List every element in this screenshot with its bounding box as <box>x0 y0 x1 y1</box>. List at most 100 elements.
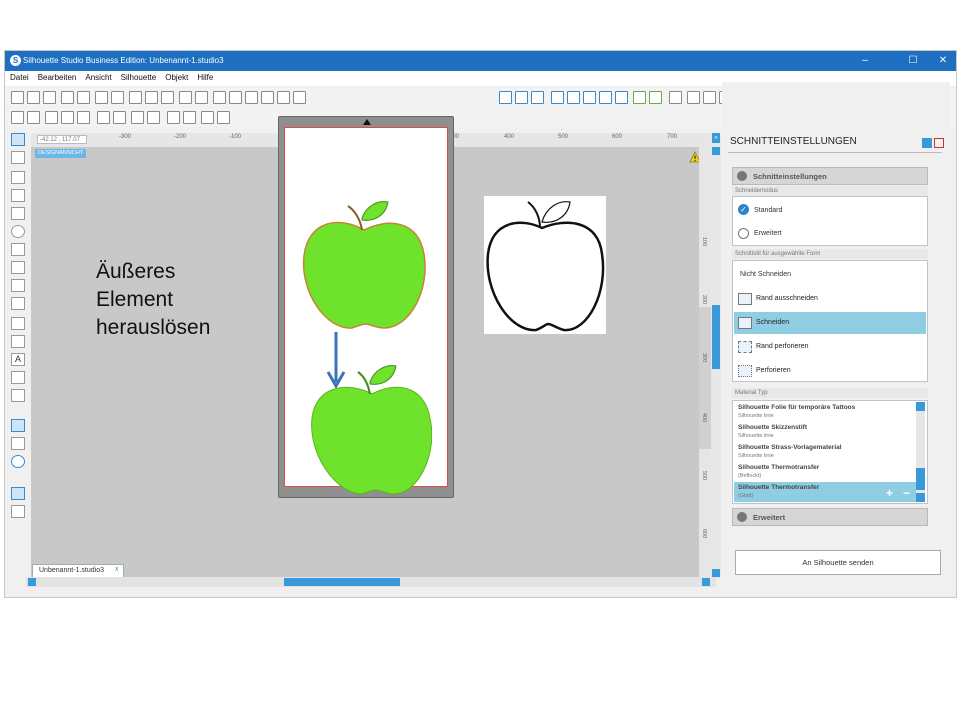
paste-icon[interactable] <box>145 91 158 104</box>
remove-material-button[interactable]: − <box>903 486 910 500</box>
zoom-in-icon[interactable] <box>229 91 242 104</box>
fill-color-icon[interactable] <box>551 91 564 104</box>
panel-pin-icon[interactable] <box>922 138 932 148</box>
apple-outline-image[interactable] <box>484 196 606 334</box>
split-view-icon[interactable] <box>11 505 25 518</box>
document-tab[interactable]: Unbenannt-1.studio3 x <box>32 564 124 577</box>
mirror-icon[interactable] <box>217 111 230 124</box>
line-options-icon[interactable] <box>649 91 662 104</box>
add-material-button[interactable]: + <box>886 486 893 500</box>
material-scroll-thumb[interactable] <box>916 468 925 490</box>
material-scrollbar[interactable] <box>916 402 925 502</box>
canvas-vertical-scrollbar[interactable]: » <box>711 133 721 579</box>
cut-scissors-icon[interactable] <box>161 91 174 104</box>
advanced-section-header[interactable]: Erweitert <box>732 508 928 526</box>
release-compound-icon[interactable] <box>113 111 126 124</box>
material-item[interactable]: Silhouette Folie für temporäre Tattoos Si… <box>734 402 906 422</box>
scroll-thumb[interactable] <box>712 305 720 369</box>
menu-silhouette[interactable]: Silhouette <box>116 71 161 82</box>
cut-mode-option[interactable]: Erweitert <box>754 230 782 237</box>
pointer-tool-icon[interactable] <box>499 91 512 104</box>
point-edit-icon[interactable] <box>11 151 25 164</box>
freehand-tool-icon[interactable] <box>11 297 25 310</box>
select-all-icon[interactable] <box>11 111 24 124</box>
panel-expand-icon[interactable]: » <box>712 133 720 143</box>
undo-icon[interactable] <box>179 91 192 104</box>
save-as-icon[interactable] <box>77 91 90 104</box>
line-tool-icon[interactable] <box>11 171 25 184</box>
close-button[interactable]: ✕ <box>931 54 955 68</box>
menu-bearbeiten[interactable]: Bearbeiten <box>33 71 81 82</box>
close-tab-icon[interactable]: x <box>115 566 119 573</box>
material-scroll-up-icon[interactable] <box>916 402 925 411</box>
send-to-silhouette-button[interactable]: An Silhouette senden <box>735 550 941 575</box>
save-icon[interactable] <box>61 91 74 104</box>
zoom-out-icon[interactable] <box>245 91 258 104</box>
weld-icon[interactable] <box>97 111 110 124</box>
h-scroll-thumb[interactable] <box>284 578 400 586</box>
select-arrow-icon[interactable] <box>11 133 25 146</box>
advanced-radio-icon[interactable] <box>738 228 749 239</box>
transform-icon[interactable] <box>687 91 700 104</box>
material-scroll-down-icon[interactable] <box>916 493 925 502</box>
online-store-icon[interactable] <box>11 455 25 468</box>
print-cut-icon[interactable] <box>111 91 124 104</box>
smooth-freehand-icon[interactable] <box>11 317 25 330</box>
design-page-icon[interactable] <box>11 487 25 500</box>
bring-front-icon[interactable] <box>131 111 144 124</box>
section-header[interactable]: Schnitteinstellungen <box>732 167 928 185</box>
cut-style-edge[interactable]: Rand ausschneiden <box>734 288 926 310</box>
menu-datei[interactable]: Datei <box>5 71 33 82</box>
move-page-icon[interactable] <box>277 91 290 104</box>
print-icon[interactable] <box>95 91 108 104</box>
replicate-icon[interactable] <box>703 91 716 104</box>
cut-mode-option[interactable]: Standard <box>754 207 782 214</box>
ellipse-tool-icon[interactable] <box>11 225 25 238</box>
copy-icon[interactable] <box>129 91 142 104</box>
panel-close-icon[interactable] <box>934 138 944 148</box>
pattern-icon[interactable] <box>583 91 596 104</box>
arc-tool-icon[interactable] <box>11 279 25 292</box>
rectangle-tool-icon[interactable] <box>11 189 25 202</box>
line-style-icon[interactable] <box>615 91 628 104</box>
scroll-up-icon[interactable] <box>712 147 720 155</box>
nest-icon[interactable] <box>201 111 214 124</box>
align-icon[interactable] <box>167 111 180 124</box>
menu-hilfe[interactable]: Hilfe <box>192 71 217 82</box>
redo-icon[interactable] <box>195 91 208 104</box>
curve-tool-icon[interactable] <box>11 261 25 274</box>
cut-style-cut-selected[interactable]: Schneiden <box>734 312 926 334</box>
eraser-tool-icon[interactable] <box>11 371 25 384</box>
scroll-down-icon[interactable] <box>712 569 720 577</box>
group-icon[interactable] <box>45 111 58 124</box>
open-folder-icon[interactable] <box>27 91 40 104</box>
zoom-select-icon[interactable] <box>261 91 274 104</box>
shape-library-icon[interactable] <box>11 419 25 432</box>
menu-ansicht[interactable]: Ansicht <box>80 71 115 82</box>
duplicate-icon[interactable] <box>183 111 196 124</box>
pentagon-icon[interactable] <box>11 335 25 348</box>
cut-style-perforate[interactable]: Perforieren <box>734 360 926 382</box>
fit-page-icon[interactable] <box>293 91 306 104</box>
compound-path-icon[interactable] <box>77 111 90 124</box>
material-item[interactable]: Silhouette Skizzenstift Silhouette linie <box>734 422 906 442</box>
grid-icon[interactable] <box>515 91 528 104</box>
material-item[interactable]: Silhouette Strass-Vorlagematerial Silhoue… <box>734 442 906 462</box>
knife-tool-icon[interactable] <box>11 389 25 402</box>
canvas-horizontal-scrollbar[interactable] <box>26 577 716 587</box>
line-color-icon[interactable] <box>599 91 612 104</box>
rounded-rect-tool-icon[interactable] <box>11 207 25 220</box>
polygon-tool-icon[interactable] <box>11 243 25 256</box>
minimize-button[interactable]: – <box>853 54 877 68</box>
maximize-button[interactable]: ☐ <box>901 54 925 68</box>
scroll-left-icon[interactable] <box>28 578 36 586</box>
cut-style-perforate-edge[interactable]: Rand perforieren <box>734 336 926 358</box>
text-tool-icon[interactable]: A <box>11 353 25 366</box>
line-weight-icon[interactable] <box>633 91 646 104</box>
page-setup-icon[interactable] <box>531 91 544 104</box>
send-back-icon[interactable] <box>147 111 160 124</box>
open-library-icon[interactable] <box>43 91 56 104</box>
gradient-icon[interactable] <box>567 91 580 104</box>
pan-hand-icon[interactable] <box>213 91 226 104</box>
standard-radio-checked-icon[interactable]: ✓ <box>738 204 749 215</box>
